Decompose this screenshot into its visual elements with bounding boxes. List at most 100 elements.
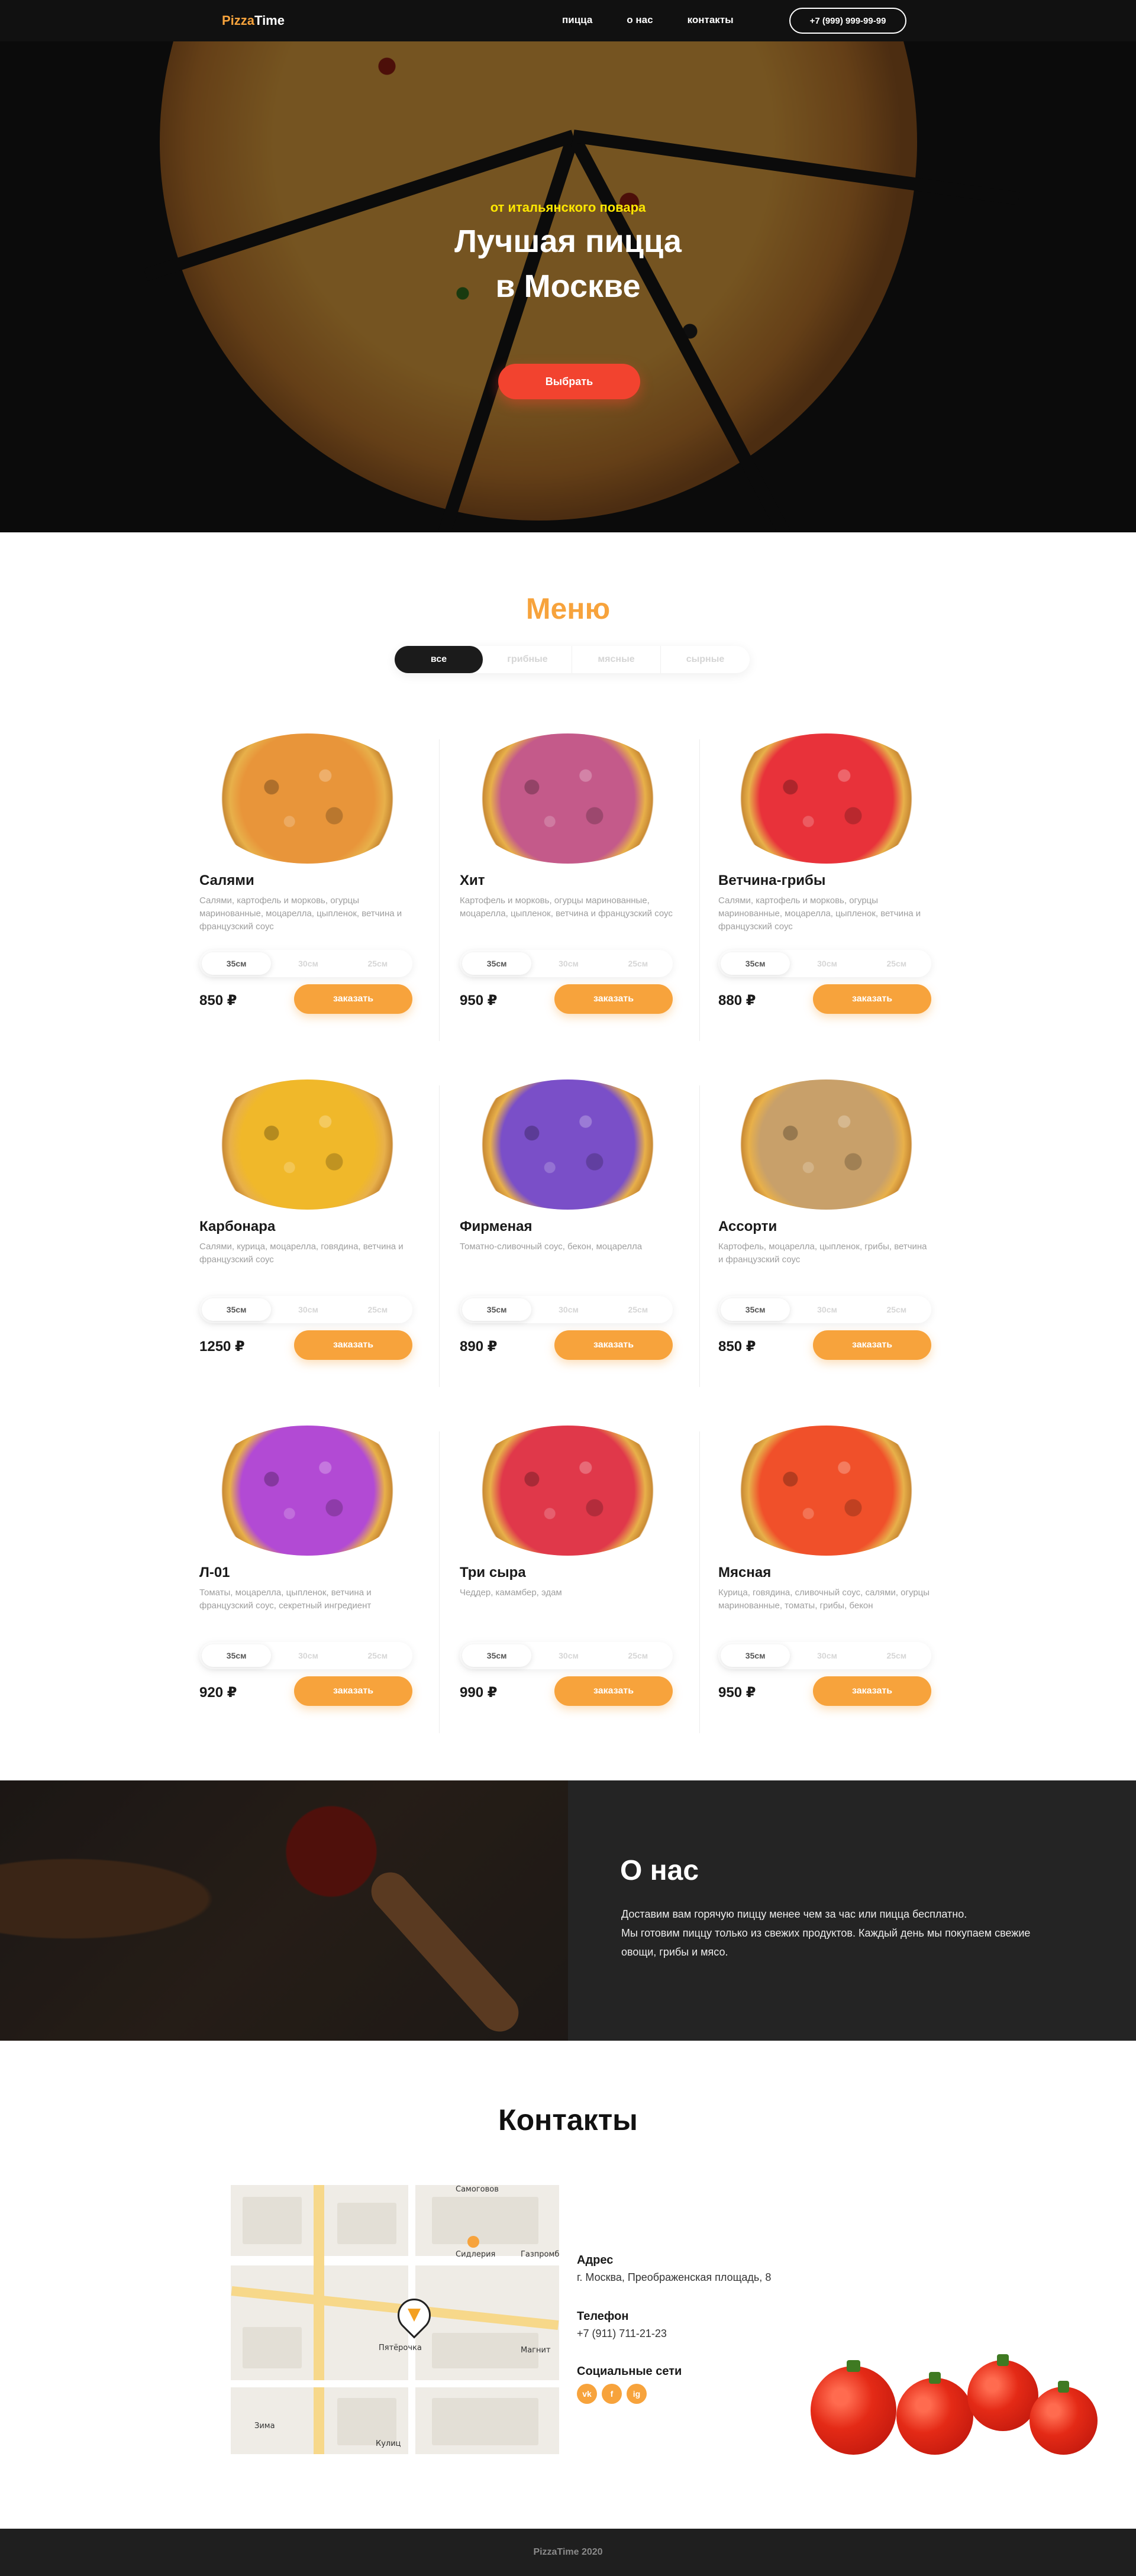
map-label: Кулиц: [376, 2439, 401, 2448]
pizza-price: 950 ₽: [460, 993, 498, 1009]
size-option[interactable]: 25см: [862, 950, 931, 977]
size-option[interactable]: 35см: [202, 1644, 272, 1667]
pizza-location-pin-icon[interactable]: [390, 2291, 438, 2339]
tomato: [896, 2372, 973, 2455]
pizza-price: 1250 ₽: [199, 1339, 245, 1355]
contacts-title: Контакты: [498, 2103, 638, 2137]
logo[interactable]: PizzaTime: [222, 13, 285, 28]
size-option[interactable]: 25см: [343, 1642, 412, 1669]
map-building: [432, 2197, 538, 2244]
nav-link-about[interactable]: о нас: [627, 14, 653, 26]
size-option[interactable]: 30см: [534, 950, 603, 977]
tab-meat[interactable]: мясные: [572, 646, 661, 673]
site-footer: PizzaTime 2020: [0, 2529, 1136, 2576]
size-selector: 35см 30см 25см: [718, 950, 931, 977]
tomato: [1030, 2381, 1098, 2455]
pizza-price: 850 ₽: [199, 993, 237, 1009]
size-option[interactable]: 30см: [792, 1642, 861, 1669]
order-button[interactable]: заказать: [294, 1330, 412, 1360]
size-option[interactable]: 25см: [862, 1296, 931, 1323]
card-divider: [439, 1085, 440, 1387]
order-button[interactable]: заказать: [554, 1330, 673, 1360]
size-option[interactable]: 35см: [202, 1298, 272, 1321]
tab-all[interactable]: все: [395, 646, 483, 673]
map-label: Зима: [254, 2422, 275, 2430]
size-option[interactable]: 30см: [273, 1642, 343, 1669]
size-option[interactable]: 30см: [534, 1642, 603, 1669]
size-option[interactable]: 25см: [862, 1642, 931, 1669]
size-selector: 35см 30см 25см: [718, 1642, 931, 1669]
choose-button[interactable]: Выбрать: [498, 364, 640, 399]
tab-mushroom[interactable]: грибные: [483, 646, 572, 673]
pizza-name: Карбонара: [199, 1218, 276, 1234]
order-button[interactable]: заказать: [554, 984, 673, 1014]
phone-label: Телефон: [577, 2310, 629, 2323]
map-poi-icon: [467, 2236, 479, 2248]
size-option[interactable]: 35см: [721, 1644, 790, 1667]
about-photo-overlay: [0, 1780, 568, 2041]
size-option[interactable]: 30см: [273, 950, 343, 977]
map-label: Магнит: [521, 2346, 551, 2355]
order-button[interactable]: заказать: [813, 1676, 931, 1706]
map-label: Самоговов: [456, 2185, 499, 2194]
pizza-image: [724, 733, 928, 864]
size-option[interactable]: 25см: [343, 950, 412, 977]
pizza-image: [205, 1426, 409, 1556]
map-road-main: [314, 2185, 324, 2454]
pizza-description: Томатно-сливочный соус, бекон, моцарелла: [460, 1242, 643, 1252]
hero-subtitle: от итальянского повара: [490, 200, 646, 215]
size-option[interactable]: 25см: [604, 950, 673, 977]
phone-value[interactable]: +7 (911) 711-21-23: [577, 2328, 667, 2340]
map-building: [432, 2398, 538, 2445]
facebook-icon[interactable]: f: [602, 2384, 622, 2404]
card-divider: [439, 1431, 440, 1733]
pizza-image: [205, 1079, 409, 1210]
pizza-price: 880 ₽: [718, 993, 756, 1009]
vk-icon[interactable]: vk: [577, 2384, 597, 2404]
size-option[interactable]: 30см: [792, 950, 861, 977]
location-map[interactable]: Самоговов Сидлерия Газпромбанк Пятёрочка…: [231, 2185, 559, 2454]
size-option[interactable]: 25см: [604, 1296, 673, 1323]
order-button[interactable]: заказать: [294, 984, 412, 1014]
size-option[interactable]: 25см: [343, 1296, 412, 1323]
size-option[interactable]: 35см: [721, 952, 790, 975]
map-building: [243, 2327, 302, 2368]
about-title: О нас: [620, 1855, 699, 1886]
pizza-image: [724, 1079, 928, 1210]
size-selector: 35см 30см 25см: [199, 1296, 412, 1323]
about-section: О нас Доставим вам горячую пиццу менее ч…: [0, 1780, 1136, 2041]
pizza-description: Салями, курица, моцарелла, говядина, вет…: [199, 1242, 404, 1265]
order-button[interactable]: заказать: [813, 1330, 931, 1360]
pizza-image: [466, 1426, 670, 1556]
pizza-card: Хит Картофель и морковь, огурцы маринова…: [460, 733, 685, 1056]
nav-link-contacts[interactable]: контакты: [688, 14, 734, 26]
pizza-card: Л-01 Томаты, моцарелла, цыпленок, ветчин…: [199, 1426, 424, 1748]
size-option[interactable]: 35см: [202, 952, 272, 975]
pizza-image: [466, 1079, 670, 1210]
hero-section: от итальянского повара Лучшая пицца в Мо…: [0, 41, 1136, 532]
pizza-description: Салями, картофель и морковь, огурцы мари…: [718, 896, 921, 932]
size-option[interactable]: 30см: [792, 1296, 861, 1323]
pizza-description: Курица, говядина, сливочный соус, салями…: [718, 1588, 930, 1611]
size-option[interactable]: 30см: [534, 1296, 603, 1323]
pizza-name: Л-01: [199, 1565, 230, 1580]
size-option[interactable]: 35см: [462, 1298, 532, 1321]
size-option[interactable]: 30см: [273, 1296, 343, 1323]
about-text-line-2: Мы готовим пиццу только из свежих продук…: [621, 1927, 1031, 1958]
tab-cheese[interactable]: сырные: [661, 646, 750, 673]
phone-button[interactable]: +7 (999) 999-99-99: [789, 8, 906, 34]
size-selector: 35см 30см 25см: [460, 1642, 673, 1669]
pizza-description: Чеддер, камамбер, эдам: [460, 1588, 562, 1598]
size-option[interactable]: 35см: [462, 952, 532, 975]
nav-link-pizza[interactable]: пицца: [562, 14, 592, 26]
order-button[interactable]: заказать: [813, 984, 931, 1014]
size-option[interactable]: 25см: [604, 1642, 673, 1669]
logo-part-pizza: Pizza: [222, 13, 255, 28]
order-button[interactable]: заказать: [294, 1676, 412, 1706]
size-option[interactable]: 35см: [462, 1644, 532, 1667]
pizza-name: Салями: [199, 872, 254, 888]
instagram-icon[interactable]: ig: [627, 2384, 647, 2404]
size-option[interactable]: 35см: [721, 1298, 790, 1321]
order-button[interactable]: заказать: [554, 1676, 673, 1706]
pizza-price: 890 ₽: [460, 1339, 498, 1355]
